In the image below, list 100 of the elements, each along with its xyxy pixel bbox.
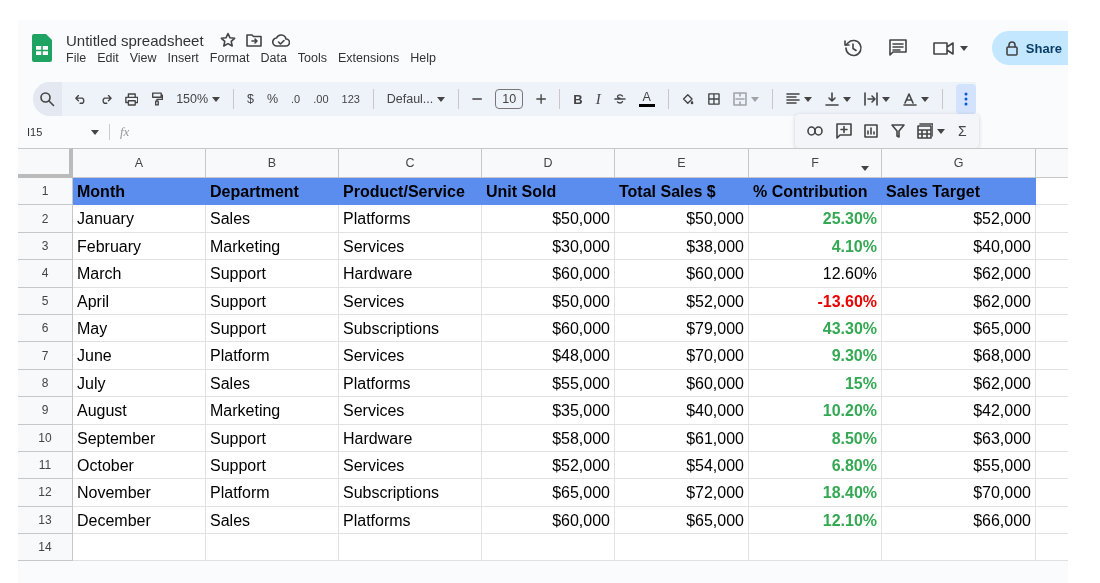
table-cell: 25.30% <box>822 210 877 228</box>
column-header[interactable]: F <box>749 148 882 178</box>
caret-icon[interactable] <box>937 128 946 134</box>
table-cell: Services <box>343 402 405 420</box>
column-header[interactable]: G <box>882 148 1036 178</box>
text-rotation-icon[interactable] <box>902 92 917 106</box>
table-cell: 15% <box>844 374 877 392</box>
table-cell: Hardware <box>343 429 413 447</box>
menu-item[interactable]: Insert <box>167 50 199 65</box>
caret-icon[interactable] <box>959 45 968 51</box>
link-icon[interactable] <box>807 126 824 136</box>
video-camera-icon[interactable] <box>931 39 956 57</box>
font-dropdown[interactable]: Defaul... <box>386 92 434 106</box>
align-left-icon[interactable] <box>785 93 800 105</box>
folder-icon[interactable] <box>245 33 262 47</box>
row-header[interactable]: 5 <box>41 293 49 308</box>
comment-icon[interactable] <box>887 38 908 58</box>
row-header[interactable]: 6 <box>41 321 49 336</box>
italic-button[interactable]: I <box>595 90 601 108</box>
paint-format-icon[interactable] <box>151 91 164 107</box>
undo-icon[interactable] <box>74 93 87 105</box>
vertical-align-icon[interactable] <box>824 92 839 106</box>
menu-item[interactable]: Tools <box>297 50 328 65</box>
print-icon[interactable] <box>124 91 139 107</box>
row-header[interactable]: 12 <box>38 485 52 500</box>
table-cell: Support <box>210 292 267 310</box>
fill-color-icon[interactable] <box>681 91 695 107</box>
row-header[interactable]: 7 <box>41 348 49 363</box>
document-title[interactable]: Untitled spreadsheet <box>66 31 204 49</box>
menu-item[interactable]: Edit <box>97 50 119 65</box>
decrease-decimals-button[interactable]: .0 <box>291 93 301 105</box>
number-format-button[interactable]: 123 <box>341 93 360 105</box>
sum-button[interactable]: Σ <box>958 123 967 139</box>
row-header[interactable]: 11 <box>38 458 52 473</box>
more-icon[interactable] <box>963 92 968 106</box>
caret-icon[interactable] <box>842 96 851 102</box>
cloud-icon[interactable] <box>271 33 290 47</box>
borders-icon[interactable] <box>708 92 720 106</box>
text-wrap-icon[interactable] <box>863 92 878 106</box>
search-icon[interactable] <box>39 91 56 107</box>
table-cell: 43.30% <box>822 319 877 337</box>
table-cell: November <box>77 484 151 502</box>
caret-icon[interactable] <box>881 96 890 102</box>
filter-icon[interactable] <box>890 124 905 138</box>
caret-icon[interactable] <box>437 96 446 102</box>
menu-item[interactable]: Format <box>209 50 250 65</box>
menu-item[interactable]: Data <box>260 50 287 65</box>
menu-item[interactable]: View <box>129 50 157 65</box>
caret-icon[interactable] <box>212 96 221 102</box>
row-header[interactable]: 14 <box>38 540 52 555</box>
table-cell: $65,000 <box>973 319 1031 337</box>
menu-item[interactable]: Extensions <box>338 50 400 65</box>
column-header[interactable]: D <box>482 148 615 178</box>
table-cell: January <box>77 210 134 228</box>
name-box-caret-icon[interactable] <box>91 129 99 135</box>
increase-decimals-button[interactable]: .00 <box>313 93 329 105</box>
table-cell: Marketing <box>210 237 281 255</box>
history-icon[interactable] <box>841 37 864 59</box>
name-box[interactable]: I15 <box>27 126 43 138</box>
caret-icon[interactable] <box>803 96 812 102</box>
strikethrough-icon[interactable] <box>613 92 626 106</box>
column-header[interactable]: E <box>615 148 749 178</box>
table-cell: $60,000 <box>552 319 610 337</box>
header-cell: Department <box>206 178 339 206</box>
table-cell: Subscriptions <box>343 484 440 502</box>
caret-icon[interactable] <box>920 96 929 102</box>
row-header[interactable]: 9 <box>41 403 49 418</box>
menu-item[interactable]: File <box>66 50 87 65</box>
zoom-dropdown[interactable]: 150% <box>176 92 209 106</box>
table-icon[interactable] <box>917 123 934 139</box>
chart-icon[interactable] <box>864 124 879 138</box>
column-header[interactable]: C <box>339 148 482 178</box>
bold-button[interactable]: B <box>573 91 583 107</box>
star-icon[interactable] <box>219 32 236 48</box>
column-header[interactable]: A <box>73 148 206 178</box>
font-size-field[interactable]: 10 <box>495 89 524 109</box>
plus-icon[interactable] <box>536 93 547 105</box>
row-header[interactable]: 4 <box>41 266 49 281</box>
column-header[interactable]: B <box>206 148 339 178</box>
menu-item[interactable]: Help <box>410 50 436 65</box>
redo-icon[interactable] <box>99 93 112 105</box>
row-header[interactable]: 2 <box>41 211 49 226</box>
text-color-button[interactable]: A <box>638 91 655 107</box>
currency-button[interactable]: $ <box>246 92 254 106</box>
filter-caret-icon[interactable] <box>861 166 869 171</box>
row-header[interactable]: 8 <box>41 375 49 390</box>
table-cell: $55,000 <box>552 374 610 392</box>
merge-cells-icon[interactable] <box>732 92 747 106</box>
row-header[interactable]: 3 <box>41 238 49 253</box>
row-header[interactable]: 1 <box>41 184 49 199</box>
lock-icon[interactable] <box>1005 40 1018 56</box>
table-cell: Platforms <box>343 511 411 529</box>
row-header[interactable]: 13 <box>38 512 52 527</box>
add-comment-icon[interactable] <box>835 123 852 139</box>
table-cell: Services <box>343 237 405 255</box>
row-header[interactable]: 10 <box>38 430 52 445</box>
table-cell: $35,000 <box>552 402 610 420</box>
share-button[interactable]: Share <box>991 31 1068 65</box>
table-cell: Subscriptions <box>343 319 440 337</box>
percent-button[interactable]: % <box>266 92 279 106</box>
